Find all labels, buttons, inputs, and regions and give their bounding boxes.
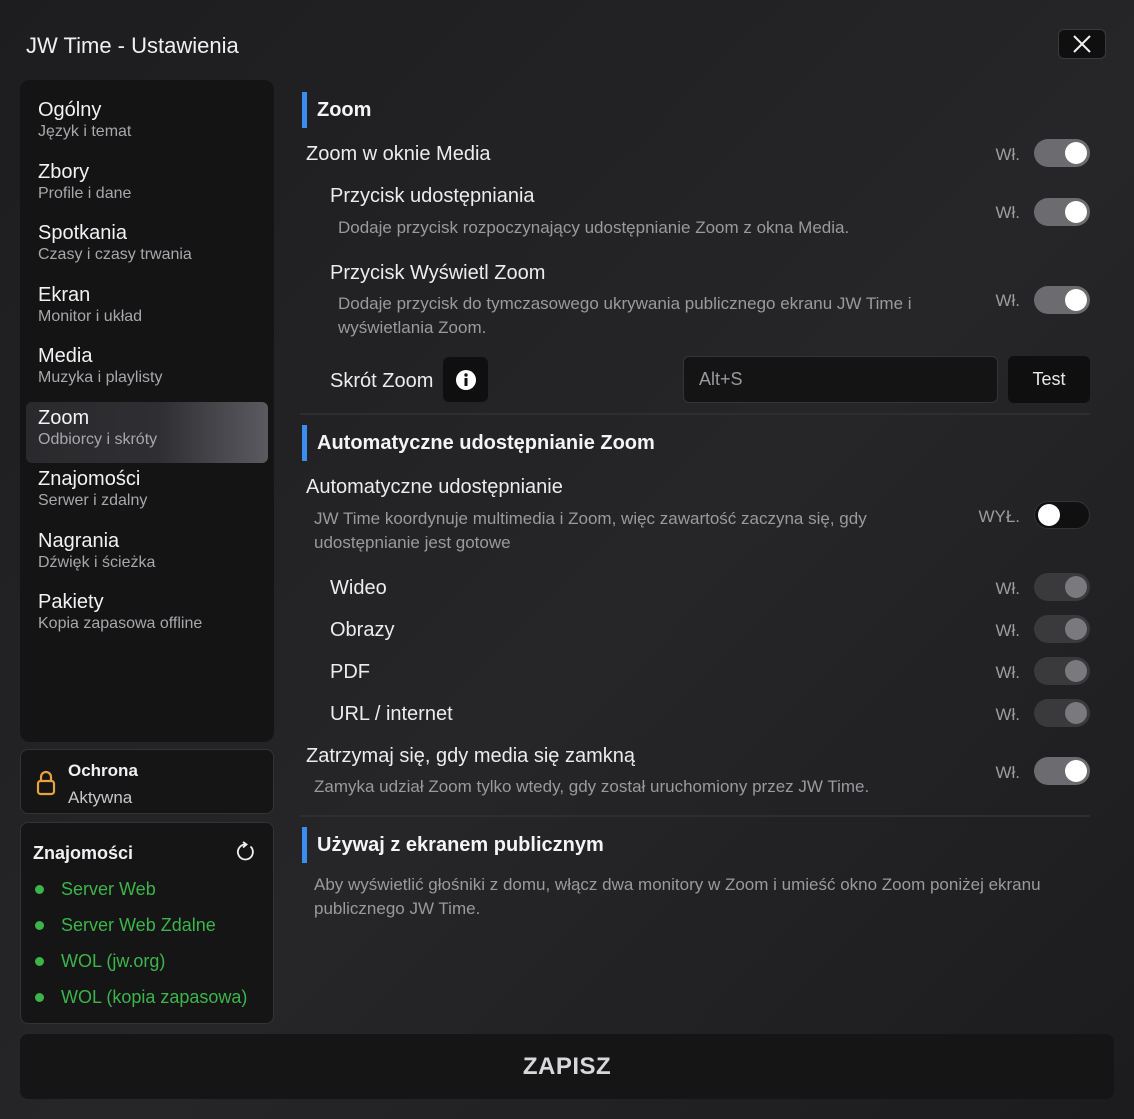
section-zoom-header: Zoom	[302, 92, 371, 128]
test-button[interactable]: Test	[1008, 356, 1090, 403]
sidebar-item-general[interactable]: Ogólny Język i temat	[20, 94, 274, 156]
stop-on-close-toggle[interactable]	[1034, 757, 1090, 785]
protection-panel: Ochrona Aktywna	[20, 749, 274, 814]
sidebar-item-label: Ogólny	[38, 99, 102, 121]
connection-label: WOL (jw.org)	[61, 951, 166, 971]
status-dot	[35, 885, 44, 894]
type-url-label: URL / internet	[330, 703, 453, 725]
media-zoom-label: Zoom w oknie Media	[306, 143, 491, 165]
section-title: Automatyczne udostępnianie Zoom	[317, 431, 655, 454]
sidebar-item-sub: Dźwięk i ścieżka	[38, 553, 156, 571]
section-title: Zoom	[317, 98, 372, 121]
share-button-desc: Dodaje przycisk rozpoczynający udostępni…	[338, 218, 850, 237]
protection-status: Aktywna	[68, 788, 133, 807]
show-zoom-button-state: Wł.	[995, 291, 1020, 310]
connection-label: WOL (kopia zapasowa)	[61, 987, 248, 1007]
type-video-state: Wł.	[995, 579, 1020, 598]
sidebar-item-media[interactable]: Media Muzyka i playlisty	[20, 340, 274, 402]
auto-share-toggle[interactable]	[1034, 501, 1090, 529]
protection-title: Ochrona	[68, 761, 138, 780]
refresh-icon[interactable]	[234, 841, 256, 863]
zoom-shortcut-label: Skrót Zoom	[330, 370, 434, 392]
type-pdf-toggle[interactable]	[1034, 657, 1090, 685]
media-zoom-toggle[interactable]	[1034, 139, 1090, 167]
section-accent-bar	[302, 425, 307, 461]
share-button-label: Przycisk udostępniania	[330, 185, 535, 207]
connections-panel: Znajomości Server Web Server Web Zdalne …	[20, 822, 274, 1024]
section-divider	[300, 413, 1090, 415]
show-zoom-button-label: Przycisk Wyświetl Zoom	[330, 262, 546, 284]
section-auto-share-header: Automatyczne udostępnianie Zoom	[302, 425, 655, 461]
show-zoom-button-desc: Dodaje przycisk do tymczasowego ukrywani…	[338, 294, 912, 337]
close-icon	[1073, 35, 1091, 53]
type-url-state: Wł.	[995, 705, 1020, 724]
sidebar-item-packages[interactable]: Pakiety Kopia zapasowa offline	[20, 586, 274, 648]
section-divider	[300, 815, 1090, 817]
section-public-screen-header: Używaj z ekranem publicznym	[302, 827, 604, 863]
public-screen-desc: Aby wyświetlić głośniki z domu, włącz dw…	[314, 875, 1041, 918]
connection-item-server-web-remote: Server Web Zdalne	[35, 915, 216, 936]
sidebar-item-label: Zbory	[38, 160, 90, 183]
sidebar-item-recordings[interactable]: Nagrania Dźwięk i ścieżka	[20, 525, 274, 587]
sidebar-item-connections[interactable]: Znajomości Serwer i zdalny	[20, 463, 274, 525]
type-video-toggle[interactable]	[1034, 573, 1090, 601]
share-button-toggle[interactable]	[1034, 198, 1090, 226]
connection-item-wol: WOL (jw.org)	[35, 951, 165, 972]
sidebar-item-sub: Serwer i zdalny	[38, 492, 148, 509]
sidebar-item-label: Znajomości	[38, 468, 141, 490]
sidebar-item-label: Zoom	[38, 406, 90, 429]
stop-on-close-desc: Zamyka udział Zoom tylko wtedy, gdy zost…	[314, 777, 870, 796]
info-icon	[455, 369, 476, 390]
type-pdf-state: Wł.	[995, 663, 1020, 682]
status-dot	[35, 993, 44, 1002]
type-images-state: Wł.	[995, 621, 1020, 640]
status-dot	[35, 921, 44, 930]
sidebar-item-label: Media	[38, 345, 93, 367]
sidebar: Ogólny Język i temat Zbory Profile i dan…	[20, 80, 274, 742]
connections-title: Znajomości	[33, 843, 134, 863]
info-button[interactable]	[443, 357, 488, 402]
sidebar-item-sub: Odbiorcy i skróty	[38, 430, 158, 448]
section-accent-bar	[302, 827, 307, 863]
sidebar-item-sub: Czasy i czasy trwania	[38, 246, 192, 263]
zoom-shortcut-input[interactable]	[683, 356, 998, 403]
stop-on-close-label: Zatrzymaj się, gdy media się zamkną	[306, 745, 636, 767]
sidebar-item-label: Nagrania	[38, 529, 120, 552]
type-url-toggle[interactable]	[1034, 699, 1090, 727]
window-title: JW Time - Ustawienia	[26, 33, 239, 58]
type-pdf-label: PDF	[330, 661, 370, 683]
auto-share-desc: JW Time koordynuje multimedia i Zoom, wi…	[314, 509, 867, 552]
sidebar-item-label: Pakiety	[38, 591, 104, 613]
connection-label: Server Web Zdalne	[61, 915, 216, 935]
stop-on-close-state: Wł.	[995, 763, 1020, 782]
sidebar-item-sub: Muzyka i playlisty	[38, 369, 163, 386]
auto-share-state: WYŁ.	[978, 507, 1020, 526]
auto-share-label: Automatyczne udostępnianie	[306, 476, 563, 498]
sidebar-item-zoom[interactable]: Zoom Odbiorcy i skróty	[26, 401, 268, 463]
sidebar-item-label: Ekran	[38, 283, 91, 306]
type-images-toggle[interactable]	[1034, 615, 1090, 643]
type-video-label: Wideo	[330, 577, 387, 599]
sidebar-item-sub: Monitor i układ	[38, 307, 143, 325]
sidebar-item-label: Spotkania	[38, 222, 127, 244]
sidebar-item-congregations[interactable]: Zbory Profile i dane	[20, 156, 274, 218]
status-dot	[35, 957, 44, 966]
type-images-label: Obrazy	[330, 619, 395, 641]
connection-item-server-web: Server Web	[35, 879, 156, 900]
sidebar-item-sub: Kopia zapasowa offline	[38, 615, 203, 632]
section-accent-bar	[302, 92, 307, 128]
section-title: Używaj z ekranem publicznym	[317, 833, 604, 856]
save-button[interactable]: ZAPISZ	[20, 1034, 1114, 1099]
media-zoom-state: Wł.	[995, 145, 1020, 164]
sidebar-item-meetings[interactable]: Spotkania Czasy i czasy trwania	[20, 217, 274, 279]
connection-label: Server Web	[61, 879, 156, 899]
close-button[interactable]	[1058, 29, 1106, 59]
sidebar-item-sub: Język i temat	[38, 123, 132, 140]
share-button-state: Wł.	[995, 203, 1020, 222]
sidebar-item-sub: Profile i dane	[38, 184, 132, 202]
lock-icon	[36, 770, 56, 796]
sidebar-item-display[interactable]: Ekran Monitor i układ	[20, 279, 274, 341]
show-zoom-button-toggle[interactable]	[1034, 286, 1090, 314]
connection-item-wol-backup: WOL (kopia zapasowa)	[35, 987, 247, 1008]
